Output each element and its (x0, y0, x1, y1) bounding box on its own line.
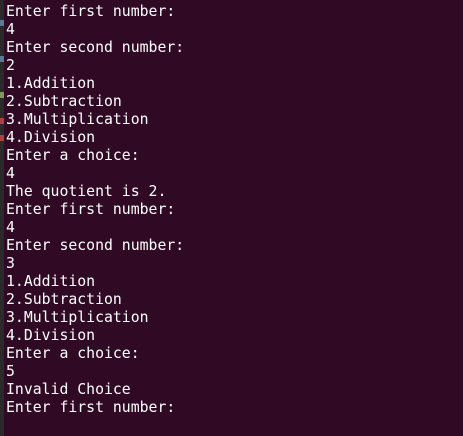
terminal-line: 5 (6, 363, 15, 380)
terminal-line: Enter first number: (6, 399, 176, 416)
terminal-line: Enter second number: (6, 237, 185, 254)
terminal-line: 4 (6, 219, 15, 236)
terminal-line: Enter a choice: (6, 345, 140, 362)
terminal-line: 4.Division (6, 327, 96, 344)
background-window-edge (0, 0, 4, 436)
terminal-output[interactable]: Enter first number: 4 Enter second number:… (6, 3, 463, 436)
terminal-line: Enter first number: (6, 3, 176, 20)
terminal-line: Enter second number: (6, 39, 185, 56)
terminal-line: 2.Subtraction (6, 93, 122, 110)
terminal-line: 2.Subtraction (6, 291, 122, 308)
terminal-line: 4 (6, 165, 15, 182)
terminal-line: Enter first number: (6, 201, 176, 218)
terminal-line: 4 (6, 21, 15, 38)
terminal-line: 3 (6, 255, 15, 272)
terminal-line: Enter a choice: (6, 147, 140, 164)
terminal-line: 1.Addition (6, 273, 96, 290)
terminal-line: Invalid Choice (6, 381, 131, 398)
terminal-line: 4.Division (6, 129, 96, 146)
terminal-line: The quotient is 2. (6, 183, 167, 200)
terminal-line: 2 (6, 57, 15, 74)
terminal-line: 3.Multiplication (6, 309, 149, 326)
terminal-line: 1.Addition (6, 75, 96, 92)
terminal-line: 3.Multiplication (6, 111, 149, 128)
